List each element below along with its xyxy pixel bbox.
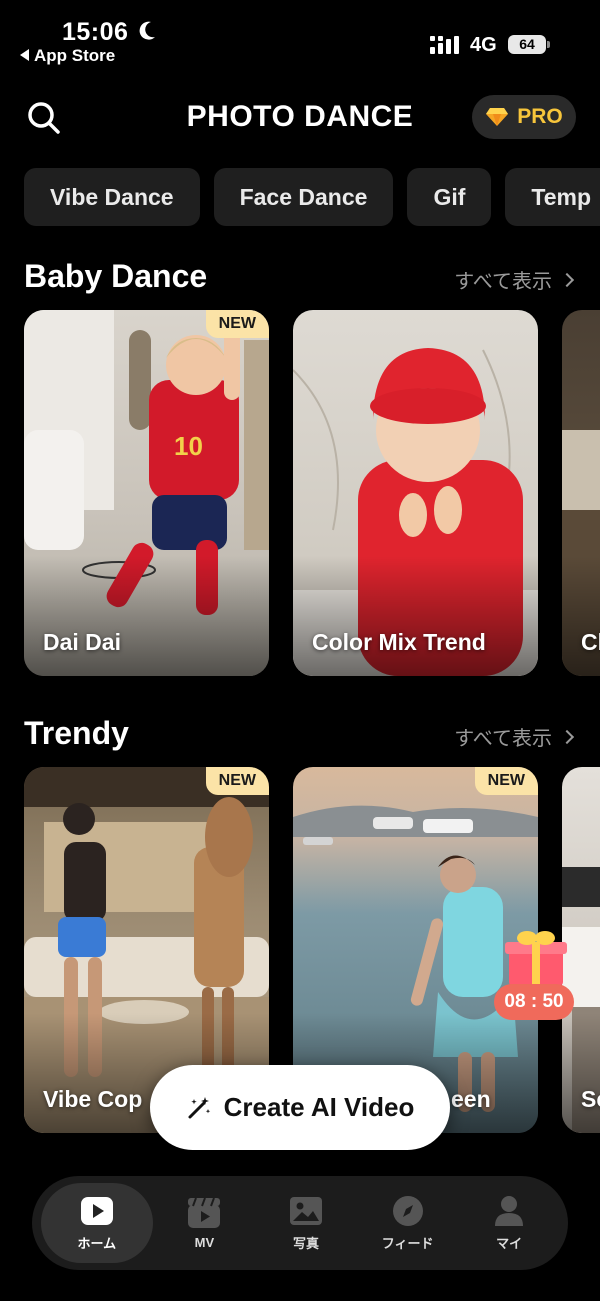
card-label: een <box>451 1086 491 1112</box>
nav-home-label: ホーム <box>77 1235 117 1251</box>
create-ai-video-button[interactable]: Create AI Video <box>150 1065 450 1150</box>
card-gradient <box>293 556 538 676</box>
image-icon <box>289 1196 322 1225</box>
diamond-icon <box>486 108 509 126</box>
nav-photo[interactable]: 写真 <box>256 1183 356 1263</box>
magic-wand-icon <box>188 1096 210 1118</box>
card-gradient <box>562 1013 600 1133</box>
create-ai-video-label: Create AI Video <box>223 1092 415 1122</box>
chip-templates[interactable]: Temp <box>505 168 600 226</box>
see-all-label: すべて表示 <box>454 271 552 293</box>
nav-home[interactable]: ホーム <box>40 1183 153 1263</box>
new-badge: NEW <box>205 767 269 795</box>
person-icon <box>495 1195 524 1226</box>
pro-label: PRO <box>517 105 563 128</box>
card-gradient <box>562 556 600 676</box>
network-type: 4G <box>470 34 497 56</box>
back-to-app-store[interactable]: App Store <box>20 46 115 66</box>
back-app-label: App Store <box>34 46 116 65</box>
play-icon <box>80 1196 113 1225</box>
template-card[interactable]: Color Mix Trend <box>293 310 538 676</box>
compass-icon <box>392 1195 423 1226</box>
status-bar: 15:06 App Store 4G 64 <box>0 0 600 80</box>
nav-my[interactable]: マイ <box>459 1183 559 1263</box>
svg-text:10: 10 <box>174 431 203 461</box>
section-title-baby-dance: Baby Dance <box>24 258 208 294</box>
nav-mv-label: MV <box>194 1234 215 1250</box>
baby-dance-row: 10 NEW Dai Dai Color Mix Trend Cl <box>24 310 600 676</box>
card-label: Vibe Cop <box>43 1086 143 1112</box>
card-label: Sc <box>581 1086 600 1112</box>
battery-indicator: 64 <box>508 35 550 54</box>
see-all-baby-dance[interactable]: すべて表示 <box>454 265 575 294</box>
template-card[interactable]: Sc <box>562 767 600 1133</box>
signal-icon <box>430 36 459 54</box>
gift-icon[interactable] <box>505 928 567 988</box>
card-label: Dai Dai <box>43 629 121 655</box>
chip-vibe-dance[interactable]: Vibe Dance <box>24 168 200 226</box>
clapperboard-icon <box>188 1197 221 1228</box>
nav-my-label: マイ <box>496 1235 523 1251</box>
new-badge: NEW <box>205 310 269 338</box>
category-chips: Vibe Dance Face Dance Gif Temp <box>24 168 600 226</box>
card-label: Cl <box>581 629 600 655</box>
see-all-label: すべて表示 <box>454 728 552 750</box>
bottom-nav: ホーム MV 写真 フィード マイ <box>32 1176 568 1270</box>
back-arrow-icon <box>20 49 29 61</box>
promo-timer[interactable]: 08 : 50 <box>494 984 574 1020</box>
moon-icon <box>139 21 155 40</box>
chip-gif[interactable]: Gif <box>407 168 492 226</box>
card-gradient <box>24 556 269 676</box>
template-card[interactable]: 10 NEW Dai Dai <box>24 310 269 676</box>
nav-mv[interactable]: MV <box>154 1183 254 1263</box>
template-card[interactable]: Cl <box>562 310 600 676</box>
pro-button[interactable]: PRO <box>472 95 576 139</box>
section-title-trendy: Trendy <box>24 715 129 751</box>
nav-feed-label: フィード <box>381 1235 434 1251</box>
chevron-right-icon <box>559 272 575 287</box>
nav-feed[interactable]: フィード <box>358 1183 458 1263</box>
chip-face-dance[interactable]: Face Dance <box>213 168 394 226</box>
new-badge: NEW <box>474 767 538 795</box>
card-label: Color Mix Trend <box>312 629 486 655</box>
status-time: 15:06 <box>62 18 129 46</box>
chevron-right-icon <box>559 729 575 744</box>
nav-photo-label: 写真 <box>292 1235 319 1251</box>
see-all-trendy[interactable]: すべて表示 <box>454 722 575 751</box>
